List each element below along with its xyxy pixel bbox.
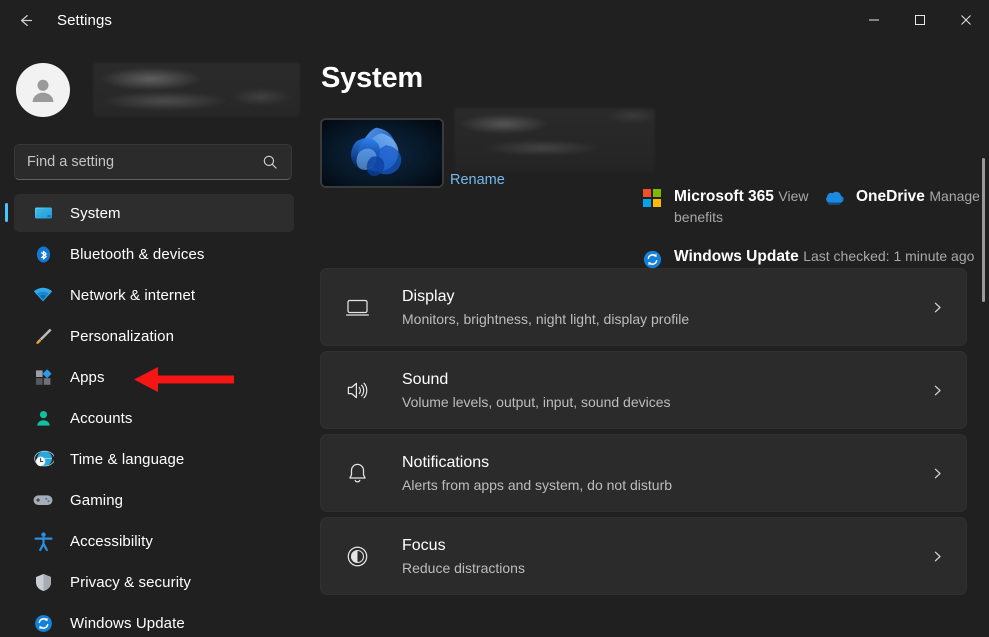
quick-link-subtitle: Last checked: 1 minute ago [803,248,974,264]
title-bar: Settings [0,0,989,40]
gamepad-icon [32,489,54,511]
user-avatar-icon [26,73,60,107]
settings-card-title: Display [402,286,931,307]
focus-icon [341,544,373,569]
search-input[interactable] [15,154,262,170]
quick-link-microsoft-365[interactable]: Microsoft 365 View benefits [640,186,822,228]
maximize-button[interactable] [897,0,943,40]
account-name-redacted [93,63,300,117]
sidebar-item-label: Network & internet [70,287,195,304]
sidebar-item-gaming[interactable]: Gaming [14,481,294,519]
sidebar-item-label: Apps [70,369,105,386]
quick-link-subtitle[interactable]: Manage [929,188,980,204]
settings-card-notifications[interactable]: Notifications Alerts from apps and syste… [320,434,967,512]
sidebar-item-network-internet[interactable]: Network & internet [14,276,294,314]
search-icon [262,154,291,170]
main-content: System [308,40,989,637]
account-section[interactable] [16,54,308,126]
sidebar-nav: System Bluetooth & devices [0,194,308,637]
page-title: System [321,62,989,95]
rename-link[interactable]: Rename [450,172,505,188]
paintbrush-icon [32,325,54,347]
system-monitor-icon [32,202,54,224]
settings-card-title: Notifications [402,452,931,473]
minimize-button[interactable] [851,0,897,40]
quick-link-title: OneDrive [856,188,925,205]
windows-bloom-wallpaper [322,120,442,188]
back-button[interactable] [8,5,42,35]
settings-card-title: Sound [402,369,931,390]
clock-globe-icon [32,448,54,470]
back-arrow-icon [16,11,35,30]
settings-card-focus[interactable]: Focus Reduce distractions [320,517,967,595]
sidebar-item-label: Personalization [70,328,174,345]
sidebar-item-accounts[interactable]: Accounts [14,399,294,437]
shield-icon [32,571,54,593]
minimize-icon [868,14,880,26]
settings-card-title: Focus [402,535,931,556]
search-box[interactable] [14,144,292,180]
quick-link-title: Microsoft 365 [674,188,774,205]
settings-card-subtitle: Reduce distractions [402,558,931,578]
quick-link-title: Windows Update [674,248,799,265]
chevron-right-icon [931,550,966,563]
sidebar: System Bluetooth & devices [0,40,308,637]
windows-update-sync-icon [640,246,664,270]
monitor-icon [341,295,373,320]
sidebar-item-apps[interactable]: Apps [14,358,294,396]
settings-card-display[interactable]: Display Monitors, brightness, night ligh… [320,268,967,346]
chevron-right-icon [931,384,966,397]
chevron-right-icon [931,467,966,480]
device-name-redacted [454,108,655,172]
sidebar-item-bluetooth-devices[interactable]: Bluetooth & devices [14,235,294,273]
bluetooth-icon [32,243,54,265]
sidebar-item-label: Accessibility [70,533,153,550]
sidebar-item-accessibility[interactable]: Accessibility [14,522,294,560]
device-thumbnail [320,118,444,188]
sidebar-item-system[interactable]: System [14,194,294,232]
settings-card-sound[interactable]: Sound Volume levels, output, input, soun… [320,351,967,429]
speaker-icon [341,378,373,403]
bell-icon [341,461,373,486]
app-title: Settings [57,12,112,29]
settings-card-subtitle: Monitors, brightness, night light, displ… [402,309,931,329]
sidebar-item-privacy-security[interactable]: Privacy & security [14,563,294,601]
wifi-icon [32,284,54,306]
quick-links: Microsoft 365 View benefits OneDr [640,186,989,270]
sidebar-item-label: Privacy & security [70,574,191,591]
apps-grid-icon [32,366,54,388]
person-icon [32,407,54,429]
sidebar-item-label: System [70,205,121,222]
sidebar-item-personalization[interactable]: Personalization [14,317,294,355]
sidebar-item-label: Bluetooth & devices [70,246,204,263]
settings-card-subtitle: Volume levels, output, input, sound devi… [402,392,931,412]
chevron-right-icon [931,301,966,314]
sidebar-item-label: Time & language [70,451,184,468]
close-icon [960,14,972,26]
accessibility-icon [32,530,54,552]
device-hero: Rename Microsoft 365 [308,108,989,268]
sidebar-item-label: Accounts [70,410,133,427]
main-scrollbar[interactable] [982,158,985,302]
maximize-icon [914,14,926,26]
window-controls [851,0,989,40]
avatar [16,63,70,117]
quick-link-onedrive[interactable]: OneDrive Manage [822,186,989,228]
microsoft-logo-icon [640,186,664,207]
quick-link-windows-update[interactable]: Windows Update Last checked: 1 minute ag… [640,246,989,270]
sidebar-item-time-language[interactable]: Time & language [14,440,294,478]
settings-card-list: Display Monitors, brightness, night ligh… [308,268,989,595]
sidebar-item-label: Windows Update [70,615,185,632]
settings-window: Settings [0,0,989,637]
close-button[interactable] [943,0,989,40]
settings-card-subtitle: Alerts from apps and system, do not dist… [402,475,931,495]
sidebar-item-label: Gaming [70,492,123,509]
sidebar-item-windows-update[interactable]: Windows Update [14,604,294,637]
onedrive-cloud-icon [822,186,846,205]
sync-icon [32,612,54,634]
